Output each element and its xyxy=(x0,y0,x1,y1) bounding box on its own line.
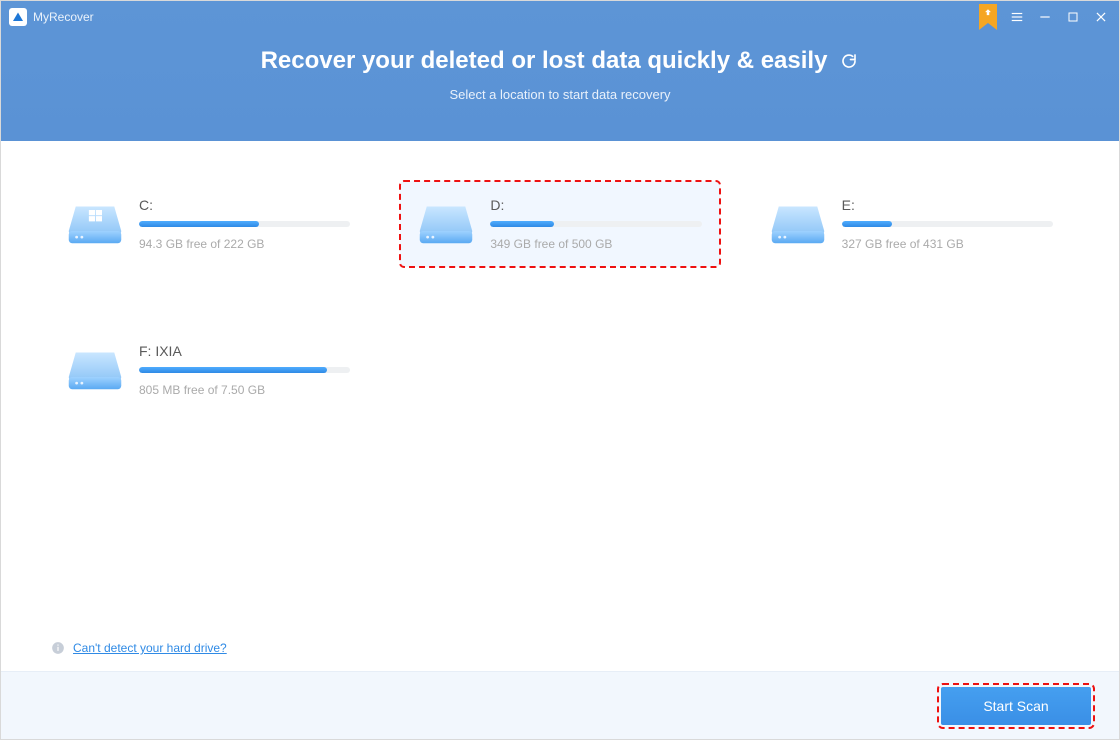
drive-info: D: 349 GB free of 500 GB xyxy=(490,197,701,251)
usage-bar xyxy=(139,367,350,373)
cant-detect-link[interactable]: Can't detect your hard drive? xyxy=(73,641,227,655)
drive-meta: 327 GB free of 431 GB xyxy=(842,237,1053,251)
drive-icon xyxy=(67,349,123,391)
usage-bar-used xyxy=(490,221,553,227)
usage-bar xyxy=(490,221,701,227)
drive-icon xyxy=(770,203,826,245)
usage-bar-used xyxy=(139,221,259,227)
usage-bar-used xyxy=(139,367,327,373)
drive-grid: C: 94.3 GB free of 222 GB D: 349 GB f xyxy=(49,181,1071,413)
drive-meta: 805 MB free of 7.50 GB xyxy=(139,383,350,397)
hero-subtitle: Select a location to start data recovery xyxy=(1,87,1119,102)
info-icon xyxy=(51,641,65,655)
drive-tile[interactable]: F: IXIA 805 MB free of 7.50 GB xyxy=(49,327,368,413)
upgrade-bookmark-icon[interactable] xyxy=(979,4,997,30)
drive-icon xyxy=(418,203,474,245)
hero-title: Recover your deleted or lost data quickl… xyxy=(261,47,828,75)
app-name: MyRecover xyxy=(33,10,94,24)
drive-label: C: xyxy=(139,197,350,213)
drive-label: D: xyxy=(490,197,701,213)
menu-button[interactable] xyxy=(1003,5,1031,29)
usage-bar xyxy=(842,221,1053,227)
close-button[interactable] xyxy=(1087,5,1115,29)
maximize-button[interactable] xyxy=(1059,5,1087,29)
drive-label: F: IXIA xyxy=(139,343,350,359)
refresh-button[interactable] xyxy=(839,51,859,71)
hero: Recover your deleted or lost data quickl… xyxy=(1,47,1119,102)
drive-info: F: IXIA 805 MB free of 7.50 GB xyxy=(139,343,350,397)
usage-bar-used xyxy=(842,221,893,227)
app-logo-icon xyxy=(9,8,27,26)
footer: Start Scan xyxy=(1,671,1119,739)
body: C: 94.3 GB free of 222 GB D: 349 GB f xyxy=(1,141,1119,671)
start-scan-button[interactable]: Start Scan xyxy=(941,687,1091,725)
titlebar: MyRecover xyxy=(1,1,1119,33)
usage-bar xyxy=(139,221,350,227)
help-row: Can't detect your hard drive? xyxy=(51,641,227,655)
drive-tile[interactable]: D: 349 GB free of 500 GB xyxy=(400,181,719,267)
drive-tile[interactable]: E: 327 GB free of 431 GB xyxy=(752,181,1071,267)
drive-meta: 94.3 GB free of 222 GB xyxy=(139,237,350,251)
header: MyRecover Recover your deleted or lost d… xyxy=(1,1,1119,141)
minimize-button[interactable] xyxy=(1031,5,1059,29)
drive-tile[interactable]: C: 94.3 GB free of 222 GB xyxy=(49,181,368,267)
drive-icon xyxy=(67,203,123,245)
drive-info: C: 94.3 GB free of 222 GB xyxy=(139,197,350,251)
drive-info: E: 327 GB free of 431 GB xyxy=(842,197,1053,251)
drive-meta: 349 GB free of 500 GB xyxy=(490,237,701,251)
drive-label: E: xyxy=(842,197,1053,213)
